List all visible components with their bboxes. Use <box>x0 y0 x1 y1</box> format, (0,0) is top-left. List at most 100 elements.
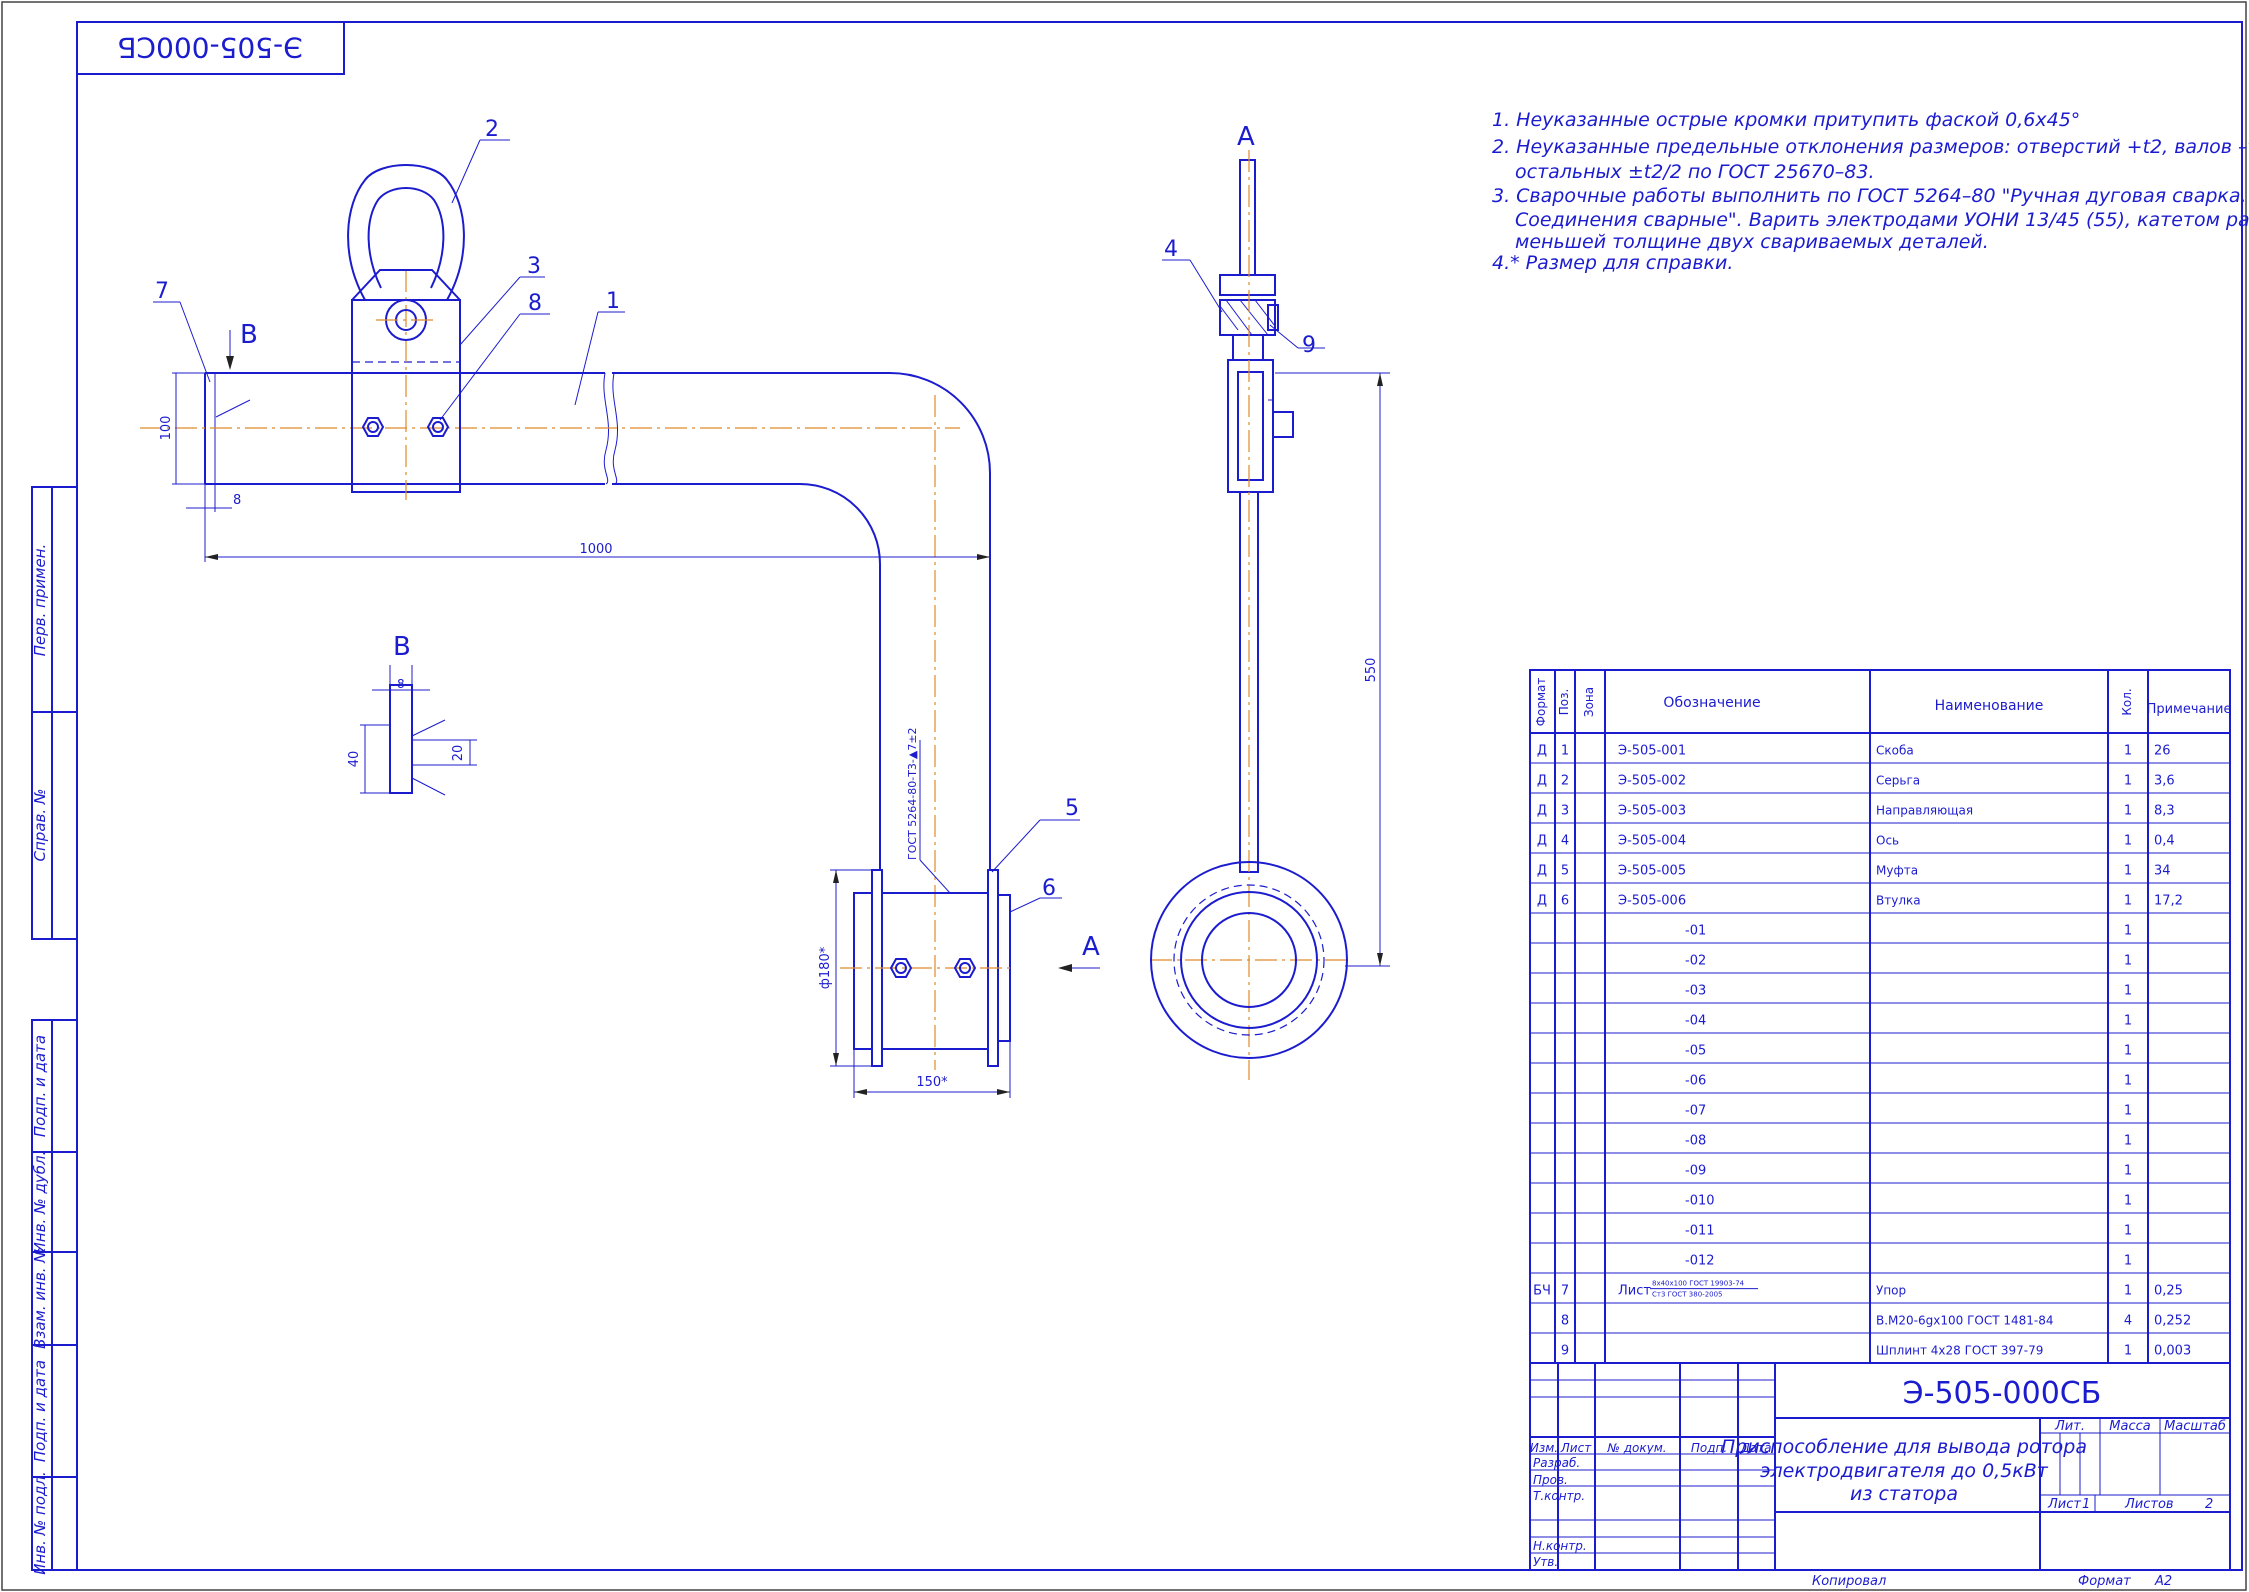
table-cell: 1 <box>2124 1044 2132 1059</box>
callout-9: 9 <box>1302 333 1316 358</box>
table-row: -02 1 <box>1685 954 2132 969</box>
footer-copied: Копировал <box>1812 1574 1886 1589</box>
table-row: -09 1 <box>1685 1164 2132 1179</box>
callout-5: 5 <box>1065 796 1079 821</box>
technical-notes: 1. Неуказанные острые кромки притупить ф… <box>1492 109 2249 274</box>
table-cell: Э-505-005 <box>1618 864 1686 879</box>
dim-8b: 8 <box>397 677 405 691</box>
tb-col-list: Лист <box>1560 1441 1592 1455</box>
table-cell: Э-505-004 <box>1618 834 1686 849</box>
table-cell: 8,3 <box>2154 804 2175 819</box>
tb-sheet-value: 1 <box>2082 1497 2090 1512</box>
callout-2: 2 <box>485 117 499 142</box>
tb-col-doc: № докум. <box>1606 1441 1666 1455</box>
table-cell: -03 <box>1685 984 1706 999</box>
view-a-side: А 550 4 9 <box>1150 122 1390 1080</box>
table-cell: -011 <box>1685 1224 1715 1239</box>
callout-6: 6 <box>1042 876 1056 901</box>
dim-20: 20 <box>451 745 466 762</box>
tb-role-tkontr: Т.контр. <box>1533 1489 1585 1503</box>
table-cell: -07 <box>1685 1104 1706 1119</box>
footer: Копировал Формат А2 <box>1812 1574 2172 1589</box>
arrow-b: В <box>226 320 258 370</box>
table-cell: Лист <box>1618 1284 1651 1299</box>
table-cell: 26 <box>2154 744 2171 759</box>
assembly-drawing-sheet: Э-505-000СБ Перв. примен. Справ. № Подп.… <box>1 1 2249 1591</box>
table-cell: Направляющая <box>1876 804 1973 818</box>
spec-header-name: Наименование <box>1935 698 2044 714</box>
table-row: Д 6 Э-505-006 Втулка 1 17,2 <box>1537 894 2183 909</box>
table-cell: Шплинт 4х28 ГОСТ 397-79 <box>1876 1344 2043 1358</box>
table-cell: 1 <box>2124 894 2132 909</box>
dim-100: 100 <box>159 416 174 441</box>
table-cell: Втулка <box>1876 894 1921 908</box>
tb-col-podp: Подп. <box>1691 1441 1727 1455</box>
spec-header-pos: Поз. <box>1557 689 1571 716</box>
spec-rows: Д 1 Э-505-001 Скоба 1 26Д 2 Э-505-002 Серьга 1 3,6… <box>1530 744 2230 1359</box>
table-cell: Д <box>1537 894 1547 909</box>
table-cell: 1 <box>2124 834 2132 849</box>
table-row: БЧ 7 Лист Упор 1 0,25 <box>1533 1284 2183 1299</box>
arrow-a-label: А <box>1082 932 1100 962</box>
table-cell: 8 <box>1561 1314 1569 1329</box>
table-cell: 1 <box>2124 1134 2132 1149</box>
strip-label-vzam: Взам. инв. № <box>31 1247 49 1349</box>
bracket-part-3 <box>351 270 461 500</box>
table-cell: -010 <box>1685 1194 1715 1209</box>
table-cell: 3 <box>1561 804 1569 819</box>
tb-col-izm: Изм. <box>1530 1441 1558 1455</box>
table-cell: Д <box>1537 864 1547 879</box>
table-cell: 9 <box>1561 1344 1569 1359</box>
strip-label-sprav: Справ. № <box>31 789 49 862</box>
table-cell: 1 <box>2124 1224 2132 1239</box>
weld-symbol: ГОСТ 5264-80-Т3-▲7±2 <box>906 727 951 894</box>
table-cell: 1 <box>2124 1164 2132 1179</box>
arrow-a: А <box>1058 932 1100 972</box>
table-cell: Муфта <box>1876 864 1918 878</box>
note-line: 2. Неуказанные предельные отклонения раз… <box>1492 136 2249 158</box>
table-cell: Э-505-002 <box>1618 774 1686 789</box>
table-cell: 34 <box>2154 864 2171 879</box>
table-row: Д 1 Э-505-001 Скоба 1 26 <box>1537 744 2171 759</box>
table-cell: 1 <box>2124 774 2132 789</box>
table-cell: Скоба <box>1876 744 1914 758</box>
note-line: 3. Сварочные работы выполнить по ГОСТ 52… <box>1492 185 2247 207</box>
tb-role-nkontr: Н.контр. <box>1533 1539 1587 1553</box>
table-row: -07 1 <box>1685 1104 2132 1119</box>
table-cell: Э-505-003 <box>1618 804 1686 819</box>
table-row: Д 5 Э-505-005 Муфта 1 34 <box>1537 864 2171 879</box>
title-block: Э-505-000СБ Приспособление для вывода ро… <box>1529 1362 2231 1571</box>
table-cell: 1 <box>2124 1254 2132 1269</box>
table-row: 8 В.М20-6gх100 ГОСТ 1481-84 4 0,252 <box>1561 1314 2191 1329</box>
tb-col-data: Дата <box>1739 1441 1771 1455</box>
table-row: -01 1 <box>1685 924 2132 939</box>
callout-4: 4 <box>1164 237 1178 262</box>
table-cell: 6 <box>1561 894 1569 909</box>
svg-text:Э-505-000СБ: Э-505-000СБ <box>117 31 302 64</box>
callout-7: 7 <box>155 279 169 304</box>
dim-8: 8 <box>233 493 241 508</box>
table-cell: Серьга <box>1876 774 1920 788</box>
callout-8: 8 <box>528 291 542 316</box>
table-cell: -08 <box>1685 1134 1706 1149</box>
table-cell: Ось <box>1876 834 1899 848</box>
title-line-1: Приспособление для вывода ротора <box>1721 1436 2087 1458</box>
table-cell: Э-505-006 <box>1618 894 1686 909</box>
tb-sheet-label: Лист <box>2047 1497 2081 1512</box>
table-row: -011 1 <box>1685 1224 2132 1239</box>
table-cell: Д <box>1537 774 1547 789</box>
table-cell: 1 <box>2124 984 2132 999</box>
table-row: Д 3 Э-505-003 Направляющая 1 8,3 <box>1537 804 2175 819</box>
title-line-2: электродвигателя до 0,5кВт <box>1760 1460 2049 1482</box>
table-cell: 0,252 <box>2154 1314 2191 1329</box>
table-cell: 0,003 <box>2154 1344 2191 1359</box>
table-row: -04 1 <box>1685 1014 2132 1029</box>
table-row: -08 1 <box>1685 1134 2132 1149</box>
tb-role-razrab: Разраб. <box>1533 1456 1580 1470</box>
spec-header-zone: Зона <box>1582 687 1596 717</box>
table-cell: -04 <box>1685 1014 1706 1029</box>
table-row: -012 1 <box>1685 1254 2132 1269</box>
title-code: Э-505-000СБ <box>1903 1376 2102 1411</box>
note-line: меньшей толщине двух свариваемых деталей… <box>1515 231 1989 253</box>
dim-180: ф180* <box>818 946 833 989</box>
